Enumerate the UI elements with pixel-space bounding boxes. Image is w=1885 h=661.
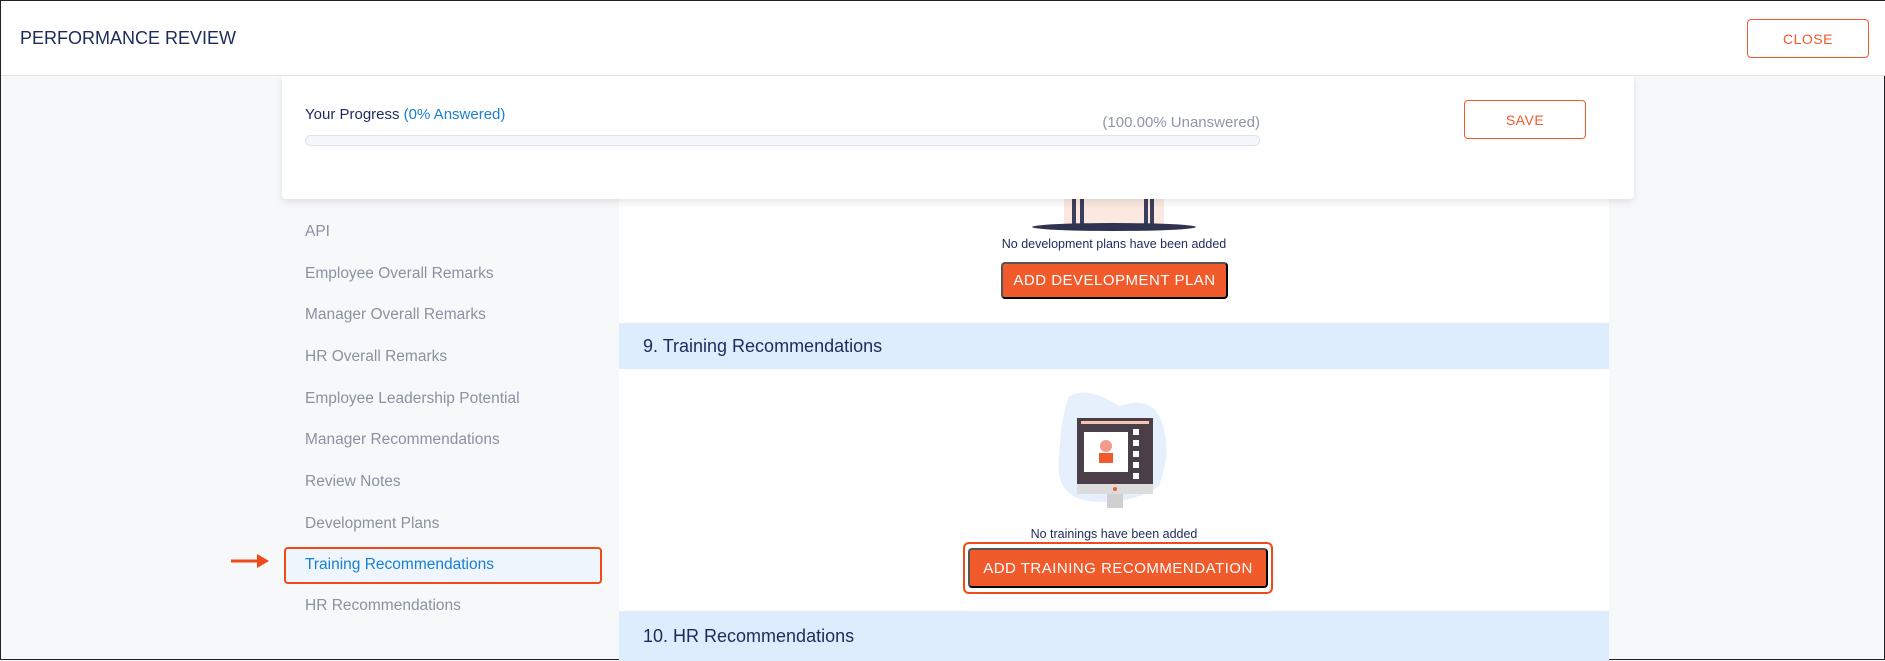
dev-plans-empty-text: No development plans have been added	[1001, 237, 1227, 251]
sidebar-item-hr-overall-remarks[interactable]: HR Overall Remarks	[284, 336, 602, 378]
close-button[interactable]: CLOSE	[1747, 19, 1869, 58]
page-title: PERFORMANCE REVIEW	[20, 28, 237, 48]
sidebar-item-training-recommendations[interactable]: Training Recommendations	[284, 546, 602, 584]
add-training-recommendation-button[interactable]: ADD TRAINING RECOMMENDATION	[968, 548, 1268, 588]
section-training-header: 9. Training Recommendations	[619, 323, 1609, 369]
sidebar-nav: API Employee Overall Remarks Manager Overa…	[284, 211, 602, 627]
progress-card: Your Progress (0% Answered) (100.00% Una…	[282, 76, 1634, 199]
sidebar-item-employee-leadership-potential[interactable]: Employee Leadership Potential	[284, 378, 602, 420]
save-button[interactable]: SAVE	[1464, 100, 1586, 139]
progress-label: Your Progress (0% Answered)	[305, 106, 506, 123]
progress-bar	[305, 135, 1260, 146]
app-header: PERFORMANCE REVIEW CLOSE	[1, 1, 1885, 76]
sidebar-item-hr-recommendations[interactable]: HR Recommendations	[284, 586, 602, 628]
sidebar-item-api[interactable]: API	[284, 211, 602, 253]
unanswered-percent: (100.00% Unanswered)	[1102, 114, 1260, 131]
sidebar-item-development-plans[interactable]: Development Plans	[284, 503, 602, 545]
sidebar-item-employee-overall-remarks[interactable]: Employee Overall Remarks	[284, 253, 602, 295]
development-illustration	[1032, 196, 1196, 231]
training-illustration	[1058, 392, 1167, 508]
sidebar-item-review-notes[interactable]: Review Notes	[284, 461, 602, 503]
section-hr-header: 10. HR Recommendations	[619, 611, 1609, 661]
training-empty-text: No trainings have been added	[1030, 527, 1198, 541]
sidebar-item-manager-recommendations[interactable]: Manager Recommendations	[284, 419, 602, 461]
sidebar-item-manager-overall-remarks[interactable]: Manager Overall Remarks	[284, 294, 602, 336]
answered-percent: (0% Answered)	[403, 106, 506, 123]
add-development-plan-button[interactable]: ADD DEVELOPMENT PLAN	[1001, 262, 1228, 299]
arrow-right-icon	[231, 554, 269, 568]
